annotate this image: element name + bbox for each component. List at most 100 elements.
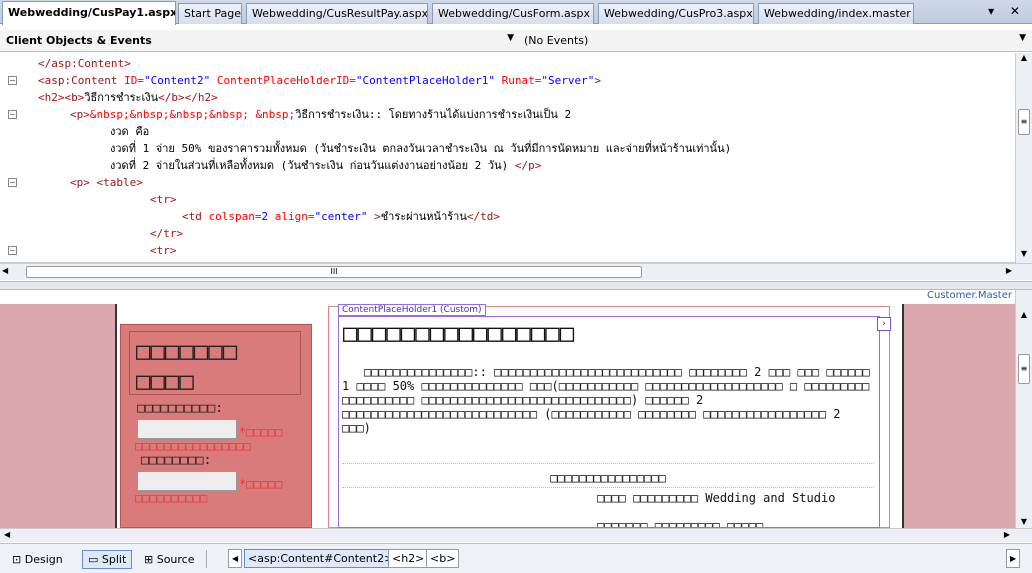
view-status-bar: ⊡ Design ▭ Split ⊞ Source ◀ <asp:Content… (0, 543, 1032, 573)
table-cell-second: □□□□□□□ □□□□□□□□□ □□□□□ (597, 519, 764, 528)
split-view-button[interactable]: ▭ Split (82, 550, 133, 569)
code-line[interactable]: <tr> (150, 242, 177, 259)
content-placeholder[interactable]: □□□□□□□□□□□□□□□□ □□□□□□□□□□□□□□□:: □□□□□… (338, 316, 880, 528)
scroll-up-icon[interactable]: ▲ (1016, 53, 1032, 67)
tab-cuspay1[interactable]: Webwedding/CusPay1.aspx (2, 1, 176, 25)
code-token: </td> (466, 210, 500, 223)
code-line[interactable]: <td colspan=2 align="center" >ชำระผ่านหน… (182, 208, 500, 225)
hscroll-thumb[interactable]: III (26, 266, 642, 278)
tab-index-master[interactable]: Webwedding/index.master (758, 3, 914, 24)
source-icon: ⊞ (144, 553, 157, 566)
split-label: Split (101, 553, 127, 566)
client-objects-combo[interactable]: Client Objects & Events ▼ (2, 31, 518, 51)
code-token: งวดที่ 1 จ่าย 50% ของราคารวมทั้งหมด (วัน… (110, 142, 732, 155)
code-token: <tr> (150, 244, 177, 257)
crumb-forward-icon[interactable]: ▶ (1006, 549, 1021, 568)
crumb-h2[interactable]: <h2> (388, 549, 429, 568)
design-icon: ⊡ (12, 553, 25, 566)
scroll-thumb[interactable]: ≡ (1018, 109, 1030, 135)
design-view-button[interactable]: ⊡ Design (6, 550, 69, 569)
crumb-content2[interactable]: <asp:Content#Content2> (244, 549, 398, 568)
fold-toggle-icon[interactable]: − (8, 110, 17, 119)
code-token: </p> (514, 159, 542, 172)
left-border (115, 304, 117, 528)
design-label: Design (24, 553, 63, 566)
code-token: "center" (314, 210, 368, 223)
design-horizontal-scrollbar[interactable]: ◀ ▶ (0, 528, 1032, 542)
fold-toggle-icon[interactable]: − (8, 246, 17, 255)
chevron-down-icon: ▼ (507, 33, 514, 43)
fold-toggle-icon[interactable]: − (8, 178, 17, 187)
tab-cusform[interactable]: Webwedding/CusForm.aspx (432, 3, 594, 24)
code-token: ชำระผ่านหน้าร้าน (380, 210, 467, 223)
scroll-down-icon[interactable]: ▼ (1016, 517, 1032, 526)
right-border (902, 304, 904, 528)
scroll-right-icon[interactable]: ▶ (1004, 530, 1010, 539)
crumb-back-icon[interactable]: ◀ (228, 549, 243, 568)
editor-gutter: − − − − (0, 53, 26, 262)
split-divider[interactable] (0, 281, 1032, 290)
code-token: <p> <table> (70, 176, 143, 189)
source-label: Source (156, 553, 195, 566)
code-line[interactable]: งวดที่ 1 จ่าย 50% ของราคารวมทั้งหมด (วัน… (110, 140, 731, 157)
code-line[interactable]: <asp:Content ID="Content2" ContentPlaceH… (38, 72, 601, 89)
editor-horizontal-scrollbar[interactable]: ◀ III ▶ (0, 263, 1032, 280)
scroll-up-icon[interactable]: ▲ (1016, 310, 1032, 319)
code-token: align= (268, 210, 315, 223)
code-token: > (367, 210, 381, 223)
code-token: งวด คือ (110, 125, 150, 138)
code-line[interactable]: <tr> (150, 191, 177, 208)
design-vertical-scrollbar[interactable]: ▲ ≡ ▼ (1015, 290, 1032, 528)
client-objects-label: Client Objects & Events (6, 34, 152, 47)
code-token: > (594, 74, 601, 87)
tab-cuspro3[interactable]: Webwedding/CusPro3.aspx (598, 3, 754, 24)
source-view-button[interactable]: ⊞ Source (138, 550, 201, 569)
master-page-label: Customer.Master (927, 290, 1012, 301)
tab-cusresultpay[interactable]: Webwedding/CusResultPay.aspx (246, 3, 428, 24)
code-line[interactable]: งวด คือ (110, 123, 149, 140)
code-line[interactable]: <h2><b>วิธีการชำระเงิน</b></h2> (38, 89, 218, 106)
code-token: งวดที่ 2 จ่ายในส่วนที่เหลือทั้งหมด (วันช… (110, 159, 515, 172)
left-background (0, 304, 115, 528)
code-token: "ContentPlaceHolder1" (355, 74, 495, 87)
tab-window-controls[interactable]: ▾ ✕ (988, 4, 1026, 18)
sidebar-title: □□□□□□□ □□□□ (129, 331, 301, 395)
code-token: <p> (70, 108, 90, 121)
code-line[interactable]: งวดที่ 2 จ่ายในส่วนที่เหลือทั้งหมด (วันช… (110, 157, 541, 174)
code-line[interactable]: </asp:Content> (38, 55, 131, 72)
fold-toggle-icon[interactable]: − (8, 76, 17, 85)
code-token: &nbsp;&nbsp;&nbsp;&nbsp; &nbsp; (89, 108, 296, 121)
split-icon: ▭ (88, 553, 102, 566)
table-cell-studio: □□□□ □□□□□□□□□ Wedding and Studio (597, 491, 836, 505)
smart-tag-icon[interactable]: › (877, 317, 891, 331)
design-scroll-thumb[interactable]: ≡ (1018, 354, 1030, 384)
document-tab-bar: Webwedding/CusPay1.aspx Start Page Webwe… (0, 0, 1032, 25)
code-token: <h2><b> (38, 91, 85, 104)
username-required: *□□□□□ □□□□□□□□□□□□□□□□ (135, 425, 283, 453)
scroll-down-icon[interactable]: ▼ (1016, 249, 1032, 263)
code-line[interactable]: </tr> (150, 225, 183, 242)
scroll-left-icon[interactable]: ◀ (2, 266, 8, 275)
code-token: <td (182, 210, 202, 223)
right-background (904, 304, 1015, 528)
code-line[interactable]: <p> <table> (70, 174, 143, 191)
page-heading: □□□□□□□□□□□□□□□□ (343, 319, 575, 347)
crumb-b[interactable]: <b> (426, 549, 460, 568)
source-editor[interactable]: − − − − </asp:Content> <asp:Content ID="Cont… (0, 53, 1032, 263)
design-view[interactable]: Customer.Master □□□□□□□ □□□□ □□□□□□□□□□:… (0, 290, 1032, 528)
tab-start-page[interactable]: Start Page (178, 3, 242, 24)
code-token: ContentPlaceHolderID= (210, 74, 356, 87)
payment-paragraph: □□□□□□□□□□□□□□□:: □□□□□□□□□□□□□□□□□□□□□□… (342, 365, 870, 435)
events-label: (No Events) (524, 34, 589, 47)
events-combo[interactable]: (No Events) ▼ (520, 31, 1030, 51)
login-sidebar: □□□□□□□ □□□□ □□□□□□□□□□: *□□□□□ □□□□□□□□… (120, 324, 312, 528)
placeholder-label: ContentPlaceHolder1 (Custom) (338, 304, 486, 316)
scroll-right-icon[interactable]: ▶ (1006, 266, 1012, 275)
scroll-left-icon[interactable]: ◀ (4, 530, 10, 539)
editor-vertical-scrollbar[interactable]: ▲ ≡ ▼ (1015, 53, 1032, 263)
code-token: <tr> (150, 193, 177, 206)
code-token: "Content2" (143, 74, 211, 87)
table-heading-cell: □□□□□□□□□□□□□□□□ (550, 471, 666, 485)
code-line[interactable]: <p>&nbsp;&nbsp;&nbsp;&nbsp; &nbsp;วิธีกา… (70, 106, 571, 123)
object-event-bar: Client Objects & Events ▼ (No Events) ▼ (0, 30, 1032, 52)
